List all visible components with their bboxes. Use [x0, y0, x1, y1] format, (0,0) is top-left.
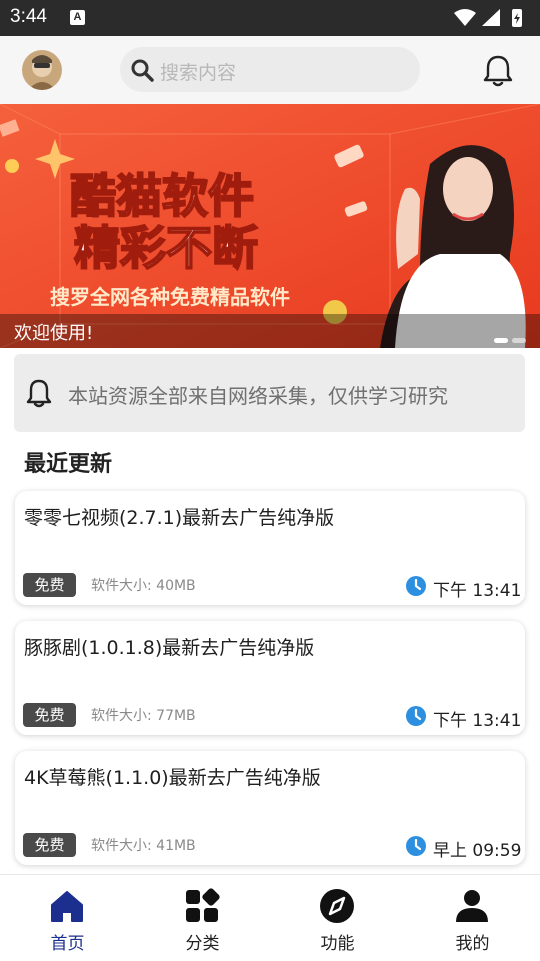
item-time: 早上 09:59	[433, 841, 522, 861]
item-size: 软件大小: 40MB	[91, 578, 196, 594]
nav-item-category[interactable]: 分类	[135, 875, 270, 961]
notice-text: 本站资源全部来自网络采集，仅供学习研究	[68, 384, 448, 408]
carousel-dot-active[interactable]	[494, 338, 508, 343]
item-size: 软件大小: 77MB	[91, 708, 196, 724]
avatar[interactable]	[22, 50, 62, 90]
section-title-recent: 最近更新	[24, 452, 113, 477]
free-badge: 免费	[23, 573, 76, 597]
bottom-navigation: 首页 分类 功能 我的	[0, 874, 540, 961]
status-bar: 3:44 A	[0, 0, 540, 36]
battery-icon	[512, 9, 522, 27]
banner-headline-2: 精彩不断	[74, 221, 258, 275]
category-icon	[186, 888, 220, 922]
app-header: 搜索内容	[0, 36, 540, 104]
list-item[interactable]: 零零七视频(2.7.1)最新去广告纯净版 免费 软件大小: 40MB 下午 13…	[15, 491, 525, 605]
nav-label-features: 功能	[320, 934, 355, 954]
list-item[interactable]: 豚豚剧(1.0.1.8)最新去广告纯净版 免费 软件大小: 77MB 下午 13…	[15, 621, 525, 735]
nav-item-profile[interactable]: 我的	[405, 875, 540, 961]
nav-item-features[interactable]: 功能	[270, 875, 405, 961]
wifi-icon	[454, 9, 476, 26]
banner-caption: 欢迎使用!	[14, 323, 94, 344]
banner-art: 酷猫软件 精彩不断 搜罗全网各种免费精品软件	[0, 104, 540, 348]
free-badge: 免费	[23, 833, 76, 857]
signal-icon	[482, 9, 500, 26]
list-item[interactable]: 4K草莓熊(1.1.0)最新去广告纯净版 免费 软件大小: 41MB 早上 09…	[15, 751, 525, 865]
home-icon	[51, 891, 83, 922]
free-badge: 免费	[23, 703, 76, 727]
promo-banner[interactable]: 酷猫软件 精彩不断 搜罗全网各种免费精品软件 欢迎使用!	[0, 104, 540, 348]
notice-bar[interactable]: 本站资源全部来自网络采集，仅供学习研究	[14, 354, 525, 432]
carousel-indicator[interactable]	[490, 328, 526, 347]
nav-label-category: 分类	[185, 934, 220, 954]
clock-icon	[406, 576, 426, 596]
banner-headline-1: 酷猫软件	[70, 169, 254, 223]
nav-item-home[interactable]: 首页	[0, 875, 135, 961]
nav-label-profile: 我的	[455, 934, 490, 954]
item-title[interactable]: 豚豚剧(1.0.1.8)最新去广告纯净版	[24, 633, 314, 660]
search-placeholder[interactable]: 搜索内容	[160, 58, 236, 85]
carousel-dot[interactable]	[512, 338, 526, 343]
banner-tagline: 搜罗全网各种免费精品软件	[50, 285, 290, 309]
notice-bell-icon	[26, 379, 52, 408]
notifications-bell-icon[interactable]	[482, 54, 514, 88]
system-icons	[454, 9, 522, 27]
clock-icon	[406, 706, 426, 726]
search-bar[interactable]: 搜索内容	[120, 47, 420, 92]
item-time: 下午 13:41	[433, 581, 522, 601]
notification-a-icon: A	[70, 10, 85, 25]
search-icon	[131, 59, 154, 82]
item-title[interactable]: 4K草莓熊(1.1.0)最新去广告纯净版	[24, 763, 321, 790]
compass-icon	[320, 889, 354, 923]
item-time: 下午 13:41	[433, 711, 522, 731]
nav-label-home: 首页	[50, 934, 85, 954]
status-time: 3:44	[10, 6, 47, 27]
banner-caption-bar: 欢迎使用!	[0, 314, 540, 348]
clock-icon	[406, 836, 426, 856]
item-size: 软件大小: 41MB	[91, 838, 196, 854]
item-title[interactable]: 零零七视频(2.7.1)最新去广告纯净版	[24, 503, 334, 530]
person-icon	[456, 890, 488, 922]
